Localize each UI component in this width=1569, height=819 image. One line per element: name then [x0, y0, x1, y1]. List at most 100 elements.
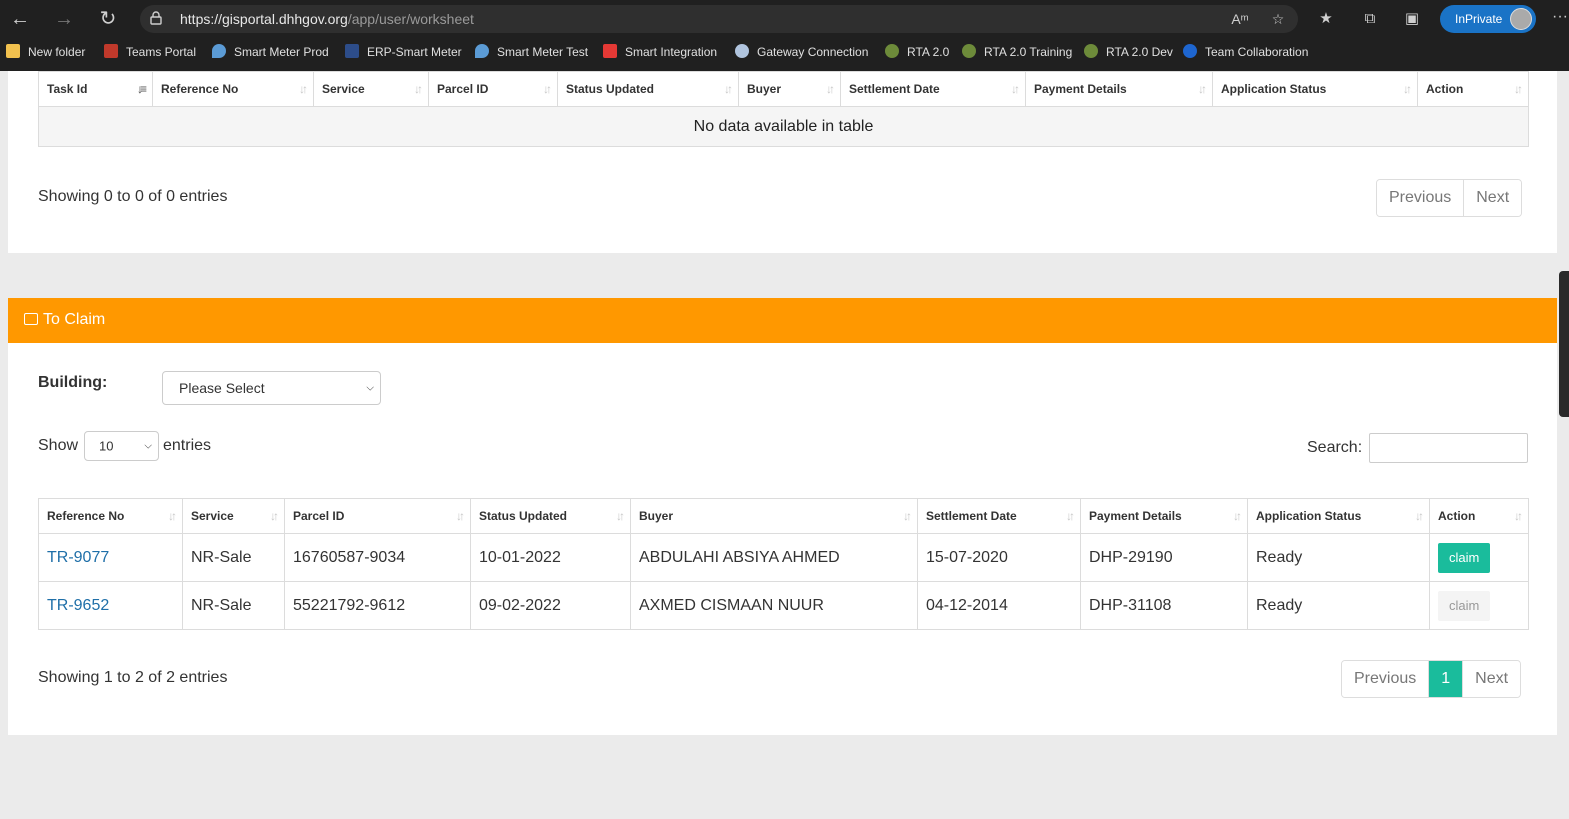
- page-length-select[interactable]: 10 ⌵: [84, 431, 159, 461]
- bookmark-icon: [735, 44, 749, 58]
- show-label: Show: [38, 437, 79, 454]
- bookmark-item[interactable]: Smart Integration: [603, 44, 717, 60]
- bookmark-item[interactable]: Smart Meter Prod: [212, 44, 329, 60]
- col-buyer[interactable]: Buyer ↓↑: [630, 498, 918, 534]
- col-service[interactable]: Service ↓↑: [313, 71, 429, 107]
- previous-page-button[interactable]: Previous: [1377, 180, 1465, 216]
- building-select[interactable]: Please Select ⌵: [162, 371, 381, 405]
- page-length-value: 10: [99, 438, 114, 454]
- reference-link[interactable]: TR-9652: [47, 597, 109, 614]
- action-cell: claim: [1429, 581, 1529, 630]
- sort-icon: ↓↑: [903, 509, 912, 523]
- refresh-icon[interactable]: ↻: [96, 7, 120, 31]
- side-toolbar[interactable]: [1559, 271, 1569, 417]
- bookmark-item[interactable]: Gateway Connection: [735, 44, 868, 60]
- col-parcel-id[interactable]: Parcel ID ↓↑: [284, 498, 471, 534]
- address-url: https://gisportal.dhhgov.org/app/user/wo…: [180, 11, 474, 27]
- claim-button[interactable]: claim: [1438, 542, 1491, 573]
- col-status-updated[interactable]: Status Updated ↓↑: [557, 71, 739, 107]
- col-action[interactable]: Action ↓↑: [1417, 71, 1529, 107]
- chevron-down-icon: ⌵: [144, 440, 152, 452]
- avatar: [1510, 8, 1532, 30]
- read-aloud-icon[interactable]: Aᵐ: [1230, 9, 1250, 29]
- profile-sync-icon[interactable]: ▣: [1401, 8, 1423, 30]
- more-menu-icon[interactable]: ···: [1552, 8, 1568, 26]
- col-parcel-id[interactable]: Parcel ID ↓↑: [428, 71, 558, 107]
- table-row: No data available in table: [38, 106, 1529, 147]
- page-1-button[interactable]: 1: [1429, 661, 1464, 697]
- col-settlement-date[interactable]: Settlement Date ↓↑: [917, 498, 1081, 534]
- favorites-icon[interactable]: ★: [1315, 8, 1337, 30]
- folder-icon: [6, 44, 20, 58]
- claim-pagination: Previous 1 Next: [1341, 660, 1522, 698]
- service-cell: NR-Sale: [182, 581, 285, 630]
- sort-icon: ↓↑: [1233, 509, 1242, 523]
- col-reference-no[interactable]: Reference No ↓↑: [38, 498, 183, 534]
- col-reference-no[interactable]: Reference No ↓↑: [152, 71, 314, 107]
- bookmark-icon: [212, 44, 226, 58]
- bookmark-icon: [885, 44, 899, 58]
- table-row: TR-9077 NR-Sale 16760587-9034 10-01-2022…: [38, 533, 1529, 582]
- lock-icon: [150, 11, 162, 25]
- table-header-row: Task Id ↓≡ Reference No ↓↑ Service ↓↑ Parce…: [38, 71, 1529, 107]
- bookmark-item[interactable]: RTA 2.0 Training: [962, 44, 1072, 60]
- sort-icon: ↓↑: [1198, 82, 1207, 96]
- sort-icon: ↓↑: [543, 82, 552, 96]
- next-page-button[interactable]: Next: [1464, 180, 1522, 216]
- application-status-cell: Ready: [1247, 581, 1430, 630]
- empty-table-message: No data available in table: [38, 106, 1529, 147]
- sort-icon: ↓↑: [299, 82, 308, 96]
- search-input[interactable]: [1369, 433, 1528, 463]
- reference-no-cell[interactable]: TR-9652: [38, 581, 183, 630]
- bookmark-item[interactable]: RTA 2.0 Dev: [1084, 44, 1173, 60]
- previous-page-button[interactable]: Previous: [1342, 661, 1430, 697]
- reference-no-cell[interactable]: TR-9077: [38, 533, 183, 582]
- claim-table: Reference No ↓↑ Service ↓↑ Parcel ID ↓↑ Sta…: [38, 498, 1529, 630]
- col-task-id[interactable]: Task Id ↓≡: [38, 71, 153, 107]
- claim-button[interactable]: claim: [1438, 590, 1491, 621]
- sort-icon: ↓↑: [414, 82, 423, 96]
- bookmark-icon: [475, 44, 489, 58]
- bookmark-item[interactable]: RTA 2.0: [885, 44, 949, 60]
- address-bar[interactable]: https://gisportal.dhhgov.org/app/user/wo…: [140, 5, 1298, 33]
- col-action[interactable]: Action ↓↑: [1429, 498, 1529, 534]
- parcel-id-cell: 16760587-9034: [284, 533, 471, 582]
- bookmark-item[interactable]: ERP-Smart Meter: [345, 44, 462, 60]
- to-claim-header: To Claim: [8, 298, 1557, 343]
- sort-icon: ↓↑: [1514, 82, 1523, 96]
- col-payment-details[interactable]: Payment Details ↓↑: [1025, 71, 1213, 107]
- back-icon[interactable]: ←: [8, 7, 32, 31]
- sort-icon: ↓↑: [168, 509, 177, 523]
- sort-icon: ↓↑: [1403, 82, 1412, 96]
- col-application-status[interactable]: Application Status ↓↑: [1212, 71, 1418, 107]
- bookmark-icon: [1183, 44, 1197, 58]
- bookmark-item[interactable]: Teams Portal: [104, 44, 196, 60]
- next-page-button[interactable]: Next: [1463, 661, 1521, 697]
- col-settlement-date[interactable]: Settlement Date ↓↑: [840, 71, 1026, 107]
- bookmark-icon: [603, 44, 617, 58]
- inprivate-button[interactable]: InPrivate: [1440, 5, 1536, 33]
- col-service[interactable]: Service ↓↑: [182, 498, 285, 534]
- sort-icon: ↓↑: [1066, 509, 1075, 523]
- to-claim-title: To Claim: [43, 311, 106, 328]
- forward-icon[interactable]: →: [52, 7, 76, 31]
- bookmark-item[interactable]: Team Collaboration: [1183, 44, 1308, 60]
- parcel-id-cell: 55221792-9612: [284, 581, 471, 630]
- entries-label: entries: [163, 437, 212, 454]
- col-application-status[interactable]: Application Status ↓↑: [1247, 498, 1430, 534]
- bookmark-item[interactable]: Smart Meter Test: [475, 44, 588, 60]
- sort-icon: ↓↑: [1011, 82, 1020, 96]
- building-select-value: Please Select: [179, 380, 265, 396]
- claim-table-info: Showing 1 to 2 of 2 entries: [38, 669, 228, 686]
- favorite-add-icon[interactable]: ☆: [1268, 9, 1288, 29]
- table-header-row: Reference No ↓↑ Service ↓↑ Parcel ID ↓↑ Sta…: [38, 498, 1529, 534]
- service-cell: NR-Sale: [182, 533, 285, 582]
- col-payment-details[interactable]: Payment Details ↓↑: [1080, 498, 1248, 534]
- bookmark-item[interactable]: New folder: [6, 44, 85, 60]
- settlement-date-cell: 15-07-2020: [917, 533, 1081, 582]
- sort-icon: ↓↑: [616, 509, 625, 523]
- col-buyer[interactable]: Buyer ↓↑: [738, 71, 841, 107]
- col-status-updated[interactable]: Status Updated ↓↑: [470, 498, 631, 534]
- reference-link[interactable]: TR-9077: [47, 549, 109, 566]
- collections-icon[interactable]: ⧉: [1359, 8, 1381, 30]
